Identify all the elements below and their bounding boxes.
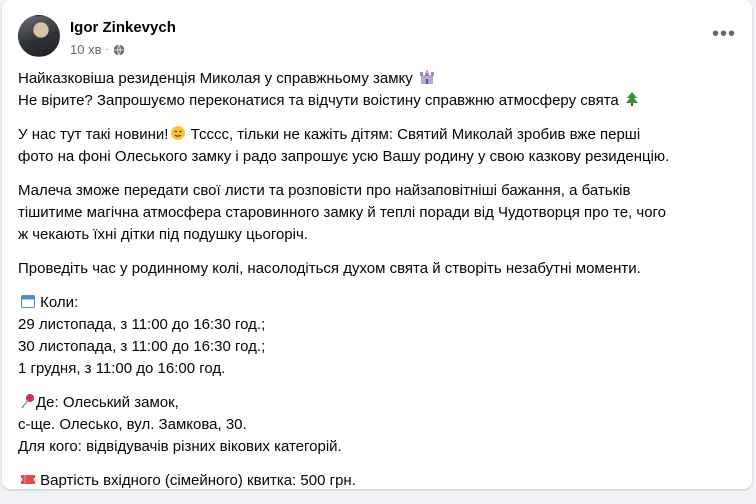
globe-icon[interactable]: [113, 43, 125, 56]
paragraph-when: Коли: 29 листопада, з 11:00 до 16:30 год…: [18, 292, 736, 380]
calendar-icon: [21, 295, 35, 308]
ticket-icon: [21, 475, 35, 484]
post-header: Igor Zinkevych 10 хв · •••: [18, 12, 742, 64]
text-line: Тсссс, тільки не кажіть дітям: Святий Ми…: [186, 126, 641, 143]
text-line: Найказковіша резиденція Миколая у справж…: [18, 70, 413, 87]
post-time[interactable]: 10 хв: [70, 42, 101, 57]
text-line: фото на фоні Олеського замку і радо запр…: [18, 148, 670, 165]
castle-icon: [419, 70, 434, 84]
paragraph-family: Проведіть час у родинному колі, насолоді…: [18, 258, 736, 280]
when-label: Коли:: [36, 294, 79, 311]
where-label: Де: Олеський замок,: [36, 394, 179, 411]
paragraph-details: Малеча зможе передати свої листи та розп…: [18, 180, 736, 246]
text-line: Проведіть час у родинному колі, насолоді…: [18, 260, 641, 277]
price-line: Вартість вхідного (сімейного) квитка: 50…: [36, 472, 356, 489]
audience-line: Для кого: відвідувачів різних вікових ка…: [18, 438, 342, 455]
paragraph-where: Де: Олеський замок, с-ще. Олесько, вул. …: [18, 392, 736, 458]
date-line: 29 листопада, з 11:00 до 16:30 год.;: [18, 316, 266, 333]
author-name[interactable]: Igor Zinkevych: [70, 19, 176, 36]
text-line: У нас тут такі новини!: [18, 126, 169, 143]
meta-separator: ·: [105, 44, 109, 55]
paragraph-news: У нас тут такі новини! Тсссс, тільки не …: [18, 124, 736, 168]
date-line: 1 грудня, з 11:00 до 16:00 год.: [18, 360, 226, 377]
post-meta: 10 хв ·: [70, 42, 125, 57]
wink-emoji-icon: [171, 126, 186, 140]
post-text: Найказковіша резиденція Миколая у справж…: [18, 68, 736, 504]
text-line: Малеча зможе передати свої листи та розп…: [18, 182, 631, 199]
text-line: ж чекають їхні дітки під подушку цьогорі…: [18, 226, 308, 243]
avatar[interactable]: [18, 15, 60, 57]
address-line: с-ще. Олесько, вул. Замкова, 30.: [18, 416, 247, 433]
text-line: Не вірите? Запрошуємо переконатися та ві…: [18, 92, 619, 109]
pushpin-icon: [21, 394, 34, 409]
christmas-tree-icon: [625, 92, 638, 106]
post-card: Igor Zinkevych 10 хв · ••• Найказковіша …: [2, 0, 752, 489]
text-line: тішитиме магічна атмосфера старовинного …: [18, 204, 667, 221]
more-options-icon[interactable]: •••: [706, 16, 742, 52]
date-line: 30 листопада, з 11:00 до 16:30 год.;: [18, 338, 266, 355]
paragraph-intro: Найказковіша резиденція Миколая у справж…: [18, 68, 736, 112]
